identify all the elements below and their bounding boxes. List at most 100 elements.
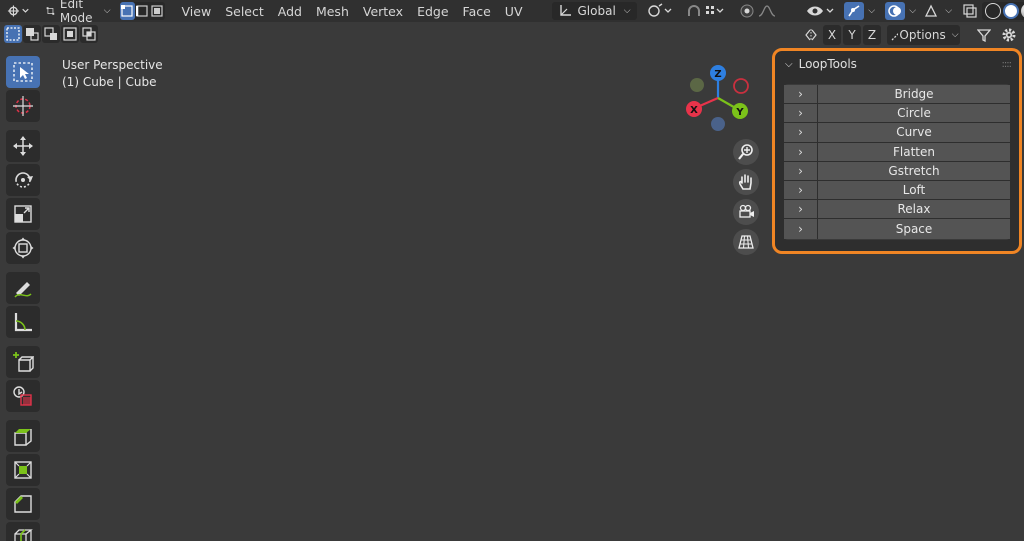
mesh-vertex[interactable] <box>484 363 489 368</box>
mesh-vertex[interactable] <box>484 308 489 312</box>
menu-uv[interactable]: UV <box>498 4 530 19</box>
mesh-face[interactable] <box>462 292 488 339</box>
mesh-face[interactable] <box>415 396 441 444</box>
mesh-face[interactable] <box>370 193 423 220</box>
vertex-select-button[interactable] <box>119 2 135 20</box>
mesh-vertex[interactable] <box>414 259 418 264</box>
xray-toggle[interactable] <box>960 2 980 20</box>
mesh-vertex[interactable] <box>690 277 694 282</box>
mesh-vertex[interactable] <box>344 211 348 215</box>
mesh-face[interactable] <box>417 222 470 251</box>
mesh-vertex[interactable] <box>508 380 512 384</box>
mesh-vertex[interactable] <box>664 320 668 324</box>
mesh-vertex[interactable] <box>508 324 512 328</box>
mesh-face[interactable] <box>561 420 589 466</box>
tool-measure[interactable] <box>6 306 40 338</box>
pan-button[interactable] <box>733 169 759 195</box>
mesh-vertex[interactable] <box>664 375 668 379</box>
mesh-vertex[interactable] <box>560 295 564 299</box>
selected-face[interactable] <box>561 281 589 326</box>
mesh-vertex[interactable] <box>461 292 465 296</box>
expand-flatten-button[interactable]: › <box>784 142 818 161</box>
selected-face[interactable] <box>639 293 667 338</box>
mesh-vertex[interactable] <box>461 292 465 296</box>
mesh-vertex[interactable] <box>367 362 372 366</box>
mesh-vertex[interactable] <box>560 462 564 466</box>
mesh-vertex[interactable] <box>391 379 395 383</box>
expand-space-button[interactable]: › <box>784 219 818 239</box>
mesh-vertex[interactable] <box>391 406 395 410</box>
mesh-vertex[interactable] <box>438 275 442 280</box>
mesh-face[interactable] <box>509 450 537 495</box>
mesh-vertex[interactable] <box>534 337 538 341</box>
mesh-vertex[interactable] <box>438 275 442 280</box>
mesh-vertex[interactable] <box>461 457 465 462</box>
mesh-vertex[interactable] <box>391 352 395 356</box>
mesh-vertex[interactable] <box>523 166 527 170</box>
mesh-vertex[interactable] <box>393 217 397 221</box>
mesh-vertex[interactable] <box>461 347 465 351</box>
mesh-face[interactable] <box>438 264 490 295</box>
mesh-vertex[interactable] <box>586 364 590 368</box>
mesh-face[interactable] <box>439 304 464 350</box>
mesh-vertex[interactable] <box>370 201 374 206</box>
mesh-vertex[interactable] <box>690 222 694 226</box>
mesh-face[interactable] <box>392 379 417 426</box>
mesh-vertex[interactable] <box>690 222 694 226</box>
mesh-face[interactable] <box>561 393 589 438</box>
tool-inset[interactable] <box>6 454 40 486</box>
mesh-vertex[interactable] <box>690 305 694 309</box>
mesh-face[interactable] <box>639 404 667 449</box>
mesh-vertex[interactable] <box>510 294 515 298</box>
mesh-vertex[interactable] <box>560 406 564 411</box>
mesh-face[interactable] <box>639 376 667 421</box>
mesh-vertex[interactable] <box>586 280 590 284</box>
mesh-vertex[interactable] <box>619 189 623 193</box>
mesh-vertex[interactable] <box>508 520 512 524</box>
gizmo-neg-x[interactable] <box>733 78 749 94</box>
mesh-vertex[interactable] <box>586 392 590 396</box>
mesh-face[interactable] <box>345 372 370 419</box>
selected-face[interactable] <box>542 215 595 242</box>
mesh-face[interactable] <box>392 325 417 372</box>
mesh-vertex[interactable] <box>534 309 538 314</box>
mesh-vertex[interactable] <box>344 371 348 375</box>
mesh-face[interactable] <box>368 255 394 301</box>
mesh-vertex[interactable] <box>586 280 590 284</box>
filter-button[interactable] <box>974 25 994 45</box>
selected-face[interactable] <box>509 366 537 412</box>
mirror-y-button[interactable]: Y <box>843 25 861 45</box>
mesh-face[interactable] <box>486 364 511 411</box>
mesh-vertex[interactable] <box>586 420 590 424</box>
mesh-face[interactable] <box>665 389 693 434</box>
mesh-vertex[interactable] <box>508 408 512 412</box>
mesh-vertex[interactable] <box>396 192 400 196</box>
mesh-vertex[interactable] <box>562 266 567 270</box>
mesh-vertex[interactable] <box>391 433 395 437</box>
mesh-vertex[interactable] <box>414 423 418 427</box>
mesh-vertex[interactable] <box>438 413 442 417</box>
mesh-vertex[interactable] <box>344 398 348 402</box>
gizmo-dropdown[interactable]: ⌵ <box>866 2 878 20</box>
mesh-vertex[interactable] <box>492 224 496 229</box>
select-intersect-button[interactable] <box>80 25 98 43</box>
mesh-vertex[interactable] <box>391 297 395 302</box>
mesh-vertex[interactable] <box>508 492 512 496</box>
mesh-vertex[interactable] <box>508 408 512 412</box>
mesh-face[interactable] <box>665 361 693 406</box>
selected-face[interactable] <box>639 237 667 282</box>
mesh-face[interactable] <box>613 391 641 436</box>
mesh-face[interactable] <box>345 318 370 365</box>
mesh-face[interactable] <box>439 276 464 323</box>
selected-face[interactable] <box>509 310 537 356</box>
mesh-vertex[interactable] <box>591 226 595 230</box>
mesh-face[interactable] <box>368 389 394 436</box>
mesh-vertex[interactable] <box>508 436 512 440</box>
mesh-vertex[interactable] <box>534 365 538 369</box>
mesh-vertex[interactable] <box>508 492 512 496</box>
mesh-face[interactable] <box>535 379 563 425</box>
camera-view-button[interactable] <box>733 199 759 225</box>
mesh-face[interactable] <box>392 298 417 345</box>
selected-face[interactable] <box>591 214 644 242</box>
mesh-vertex[interactable] <box>612 266 616 270</box>
